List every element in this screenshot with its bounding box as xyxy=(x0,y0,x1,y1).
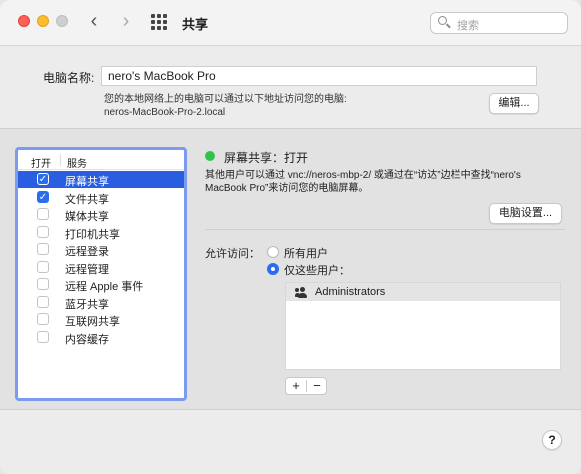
computer-name-field[interactable]: nero's MacBook Pro xyxy=(101,66,537,86)
service-label: 屏幕共享 xyxy=(65,176,109,188)
forward-button[interactable]: › xyxy=(115,10,137,34)
service-status: 屏幕共享：打开 xyxy=(224,151,309,165)
description-line-1: 您的本地网络上的电脑可以通过以下地址访问您的电脑: xyxy=(104,94,347,105)
zoom-button[interactable] xyxy=(56,15,68,27)
all-users-radio[interactable] xyxy=(267,246,279,258)
status-indicator-dot xyxy=(205,151,215,161)
computer-name-section: 电脑名称: nero's MacBook Pro 您的本地网络上的电脑可以通过以… xyxy=(0,47,581,128)
back-button[interactable]: ‹ xyxy=(83,10,105,34)
info-line-1: 其他用户可以通过 vnc://neros-mbp-2/ 或通过在“访达”边栏中查… xyxy=(205,170,521,181)
service-checkbox[interactable] xyxy=(37,225,49,238)
service-row[interactable]: 远程登录 xyxy=(18,241,184,258)
remove-user-button[interactable]: − xyxy=(307,378,327,394)
list-item[interactable]: Administrators xyxy=(286,283,560,301)
services-table[interactable]: 打开 服务 ✓ 屏幕共享 ✓ 文件共享媒体共享打印机共享远程登录远程管理远程 Appl… xyxy=(15,147,187,401)
service-label: 远程管理 xyxy=(65,263,109,276)
computer-settings-button[interactable]: 电脑设置... xyxy=(489,203,562,224)
service-row[interactable]: ✓ 屏幕共享 xyxy=(18,171,184,188)
group-icon xyxy=(295,287,311,298)
all-users-label[interactable]: 所有用户 xyxy=(284,245,328,261)
service-label: 媒体共享 xyxy=(65,211,109,223)
divider xyxy=(205,229,565,230)
help-button[interactable]: ? xyxy=(542,430,562,450)
service-row[interactable]: 互联网共享 xyxy=(18,311,184,328)
minimize-button[interactable] xyxy=(37,15,49,27)
service-row[interactable]: 远程 Apple 事件 xyxy=(18,276,184,293)
service-checkbox[interactable]: ✓ xyxy=(37,173,49,185)
user-name: Administrators xyxy=(315,286,386,298)
add-remove-control: + − xyxy=(285,377,327,395)
column-on[interactable]: 打开 xyxy=(31,155,51,170)
service-row[interactable]: 内容缓存 xyxy=(18,329,184,346)
service-label: 远程登录 xyxy=(65,246,109,258)
service-label: 内容缓存 xyxy=(65,333,109,346)
add-user-button[interactable]: + xyxy=(286,378,306,394)
service-label: 互联网共享 xyxy=(65,316,120,328)
service-label: 蓝牙共享 xyxy=(65,298,109,311)
service-checkbox[interactable] xyxy=(37,295,49,308)
computer-name-description: 您的本地网络上的电脑可以通过以下地址访问您的电脑: neros-MacBook-… xyxy=(104,93,347,119)
only-these-users-label[interactable]: 仅这些用户： xyxy=(284,262,350,278)
service-row[interactable]: 远程管理 xyxy=(18,259,184,276)
service-row[interactable]: 打印机共享 xyxy=(18,224,184,241)
edit-button[interactable]: 编辑... xyxy=(489,93,539,114)
search-placeholder: 搜索 xyxy=(457,20,479,32)
local-hostname: neros-MacBook-Pro-2.local xyxy=(104,107,226,118)
info-line-2: MacBook Pro”来访问您的电脑屏幕。 xyxy=(205,183,369,194)
close-button[interactable] xyxy=(18,15,30,27)
sharing-window: ‹ › 共享 搜索 电脑名称: nero's MacBook Pro 您的本地网… xyxy=(0,0,581,474)
service-checkbox[interactable]: ✓ xyxy=(37,190,49,203)
service-info: 其他用户可以通过 vnc://neros-mbp-2/ 或通过在“访达”边栏中查… xyxy=(205,169,565,195)
titlebar: ‹ › 共享 搜索 xyxy=(0,0,581,46)
show-all-grid-icon[interactable] xyxy=(151,14,167,30)
search-field[interactable]: 搜索 xyxy=(430,12,568,34)
main-panel: 打开 服务 ✓ 屏幕共享 ✓ 文件共享媒体共享打印机共享远程登录远程管理远程 Appl… xyxy=(0,128,581,410)
search-icon xyxy=(438,16,447,25)
service-checkbox[interactable] xyxy=(37,208,49,220)
service-label: 远程 Apple 事件 xyxy=(65,281,144,293)
service-checkbox[interactable] xyxy=(37,313,49,325)
service-row[interactable]: 媒体共享 xyxy=(18,206,184,223)
window-title: 共享 xyxy=(182,17,209,32)
service-label: 文件共享 xyxy=(65,193,109,206)
service-checkbox[interactable] xyxy=(37,278,49,290)
service-checkbox[interactable] xyxy=(37,243,49,255)
service-checkbox[interactable] xyxy=(37,330,49,343)
column-service[interactable]: 服务 xyxy=(67,155,87,170)
allow-access-label: 允许访问： xyxy=(205,248,260,260)
service-row[interactable]: 蓝牙共享 xyxy=(18,294,184,311)
users-list[interactable]: Administrators xyxy=(285,282,561,370)
computer-name-label: 电脑名称: xyxy=(43,71,95,85)
service-row[interactable]: ✓ 文件共享 xyxy=(18,189,184,206)
services-table-header: 打开 服务 xyxy=(18,150,184,170)
service-checkbox[interactable] xyxy=(37,260,49,273)
service-label: 打印机共享 xyxy=(65,228,120,241)
only-these-users-radio[interactable] xyxy=(267,263,279,275)
